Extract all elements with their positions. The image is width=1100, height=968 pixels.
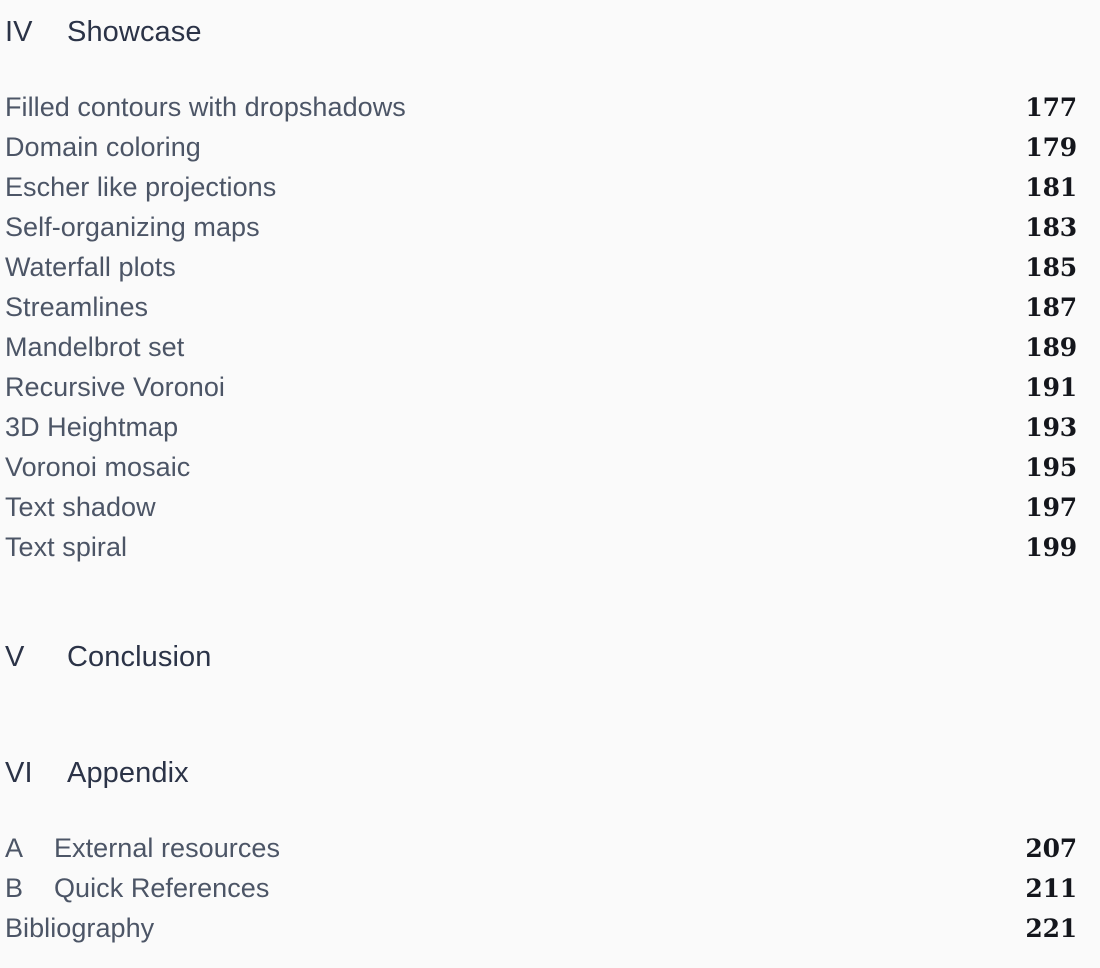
toc-entry-list-appendix: A External resources 207 B Quick Referen… xyxy=(5,833,1077,953)
toc-entry[interactable]: Domain coloring 179 xyxy=(5,132,1077,172)
part-heading-showcase: IV Showcase xyxy=(5,16,1100,49)
toc-entry-list-showcase: Filled contours with dropshadows 177 Dom… xyxy=(5,92,1077,572)
toc-entry-title: Self-organizing maps xyxy=(5,212,260,242)
toc-entry-page-number: 207 xyxy=(1025,834,1077,863)
toc-entry[interactable]: Streamlines 187 xyxy=(5,292,1077,332)
toc-entry-page-number: 187 xyxy=(1025,293,1077,322)
toc-entry-page-number: 179 xyxy=(1025,133,1077,162)
part-title: Appendix xyxy=(67,757,189,789)
toc-entry-page-number: 221 xyxy=(1025,914,1077,943)
toc-entry[interactable]: Waterfall plots 185 xyxy=(5,252,1077,292)
toc-entry-page-number: 185 xyxy=(1025,253,1077,282)
toc-entry-title: Voronoi mosaic xyxy=(5,452,191,482)
toc-entry-prefix: B xyxy=(5,873,24,903)
part-heading-appendix: VI Appendix xyxy=(5,757,1100,790)
toc-entry-title: Mandelbrot set xyxy=(5,332,185,362)
toc-entry-page-number: 199 xyxy=(1025,533,1077,562)
toc-entry-title: Recursive Voronoi xyxy=(5,372,225,402)
toc-entry-title: B Quick References xyxy=(5,873,270,903)
toc-entry[interactable]: 3D Heightmap 193 xyxy=(5,412,1077,452)
toc-entry[interactable]: B Quick References 211 xyxy=(5,873,1077,913)
toc-entry-prefix: A xyxy=(5,833,24,863)
toc-entry-title: Domain coloring xyxy=(5,132,201,162)
toc-entry-title: Filled contours with dropshadows xyxy=(5,92,406,122)
toc-entry-title: 3D Heightmap xyxy=(5,412,179,442)
toc-entry[interactable]: Mandelbrot set 189 xyxy=(5,332,1077,372)
toc-entry-page-number: 211 xyxy=(1025,874,1077,903)
toc-entry-page-number: 193 xyxy=(1025,413,1077,442)
toc-entry-title: A External resources xyxy=(5,833,280,863)
toc-entry[interactable]: Recursive Voronoi 191 xyxy=(5,372,1077,412)
toc-entry-page-number: 197 xyxy=(1025,493,1077,522)
toc-entry[interactable]: Escher like projections 181 xyxy=(5,172,1077,212)
toc-entry-title: Text spiral xyxy=(5,532,128,562)
toc-entry-page-number: 191 xyxy=(1025,373,1077,402)
toc-entry[interactable]: Self-organizing maps 183 xyxy=(5,212,1077,252)
part-number: V xyxy=(5,641,25,673)
toc-entry[interactable]: Text shadow 197 xyxy=(5,492,1077,532)
toc-entry-title: Waterfall plots xyxy=(5,252,176,282)
part-number: IV xyxy=(5,16,33,48)
toc-entry[interactable]: A External resources 207 xyxy=(5,833,1077,873)
toc-entry[interactable]: Filled contours with dropshadows 177 xyxy=(5,92,1077,132)
toc-entry[interactable]: Bibliography 221 xyxy=(5,913,1077,953)
toc-entry-page-number: 183 xyxy=(1025,213,1077,242)
toc-entry[interactable]: Text spiral 199 xyxy=(5,532,1077,572)
table-of-contents-page: IV Showcase Filled contours with dropsha… xyxy=(0,0,1100,968)
toc-entry-title: Streamlines xyxy=(5,292,149,322)
part-number: VI xyxy=(5,757,33,789)
part-title: Showcase xyxy=(67,16,202,48)
part-title: Conclusion xyxy=(67,641,212,673)
toc-entry[interactable]: Voronoi mosaic 195 xyxy=(5,452,1077,492)
toc-entry-title: Bibliography xyxy=(5,913,155,943)
toc-entry-page-number: 189 xyxy=(1025,333,1077,362)
toc-entry-page-number: 195 xyxy=(1025,453,1077,482)
part-heading-conclusion: V Conclusion xyxy=(5,641,1100,674)
toc-entry-page-number: 177 xyxy=(1025,93,1077,122)
toc-entry-title: Escher like projections xyxy=(5,172,277,202)
toc-entry-title: Text shadow xyxy=(5,492,156,522)
toc-entry-page-number: 181 xyxy=(1025,173,1077,202)
